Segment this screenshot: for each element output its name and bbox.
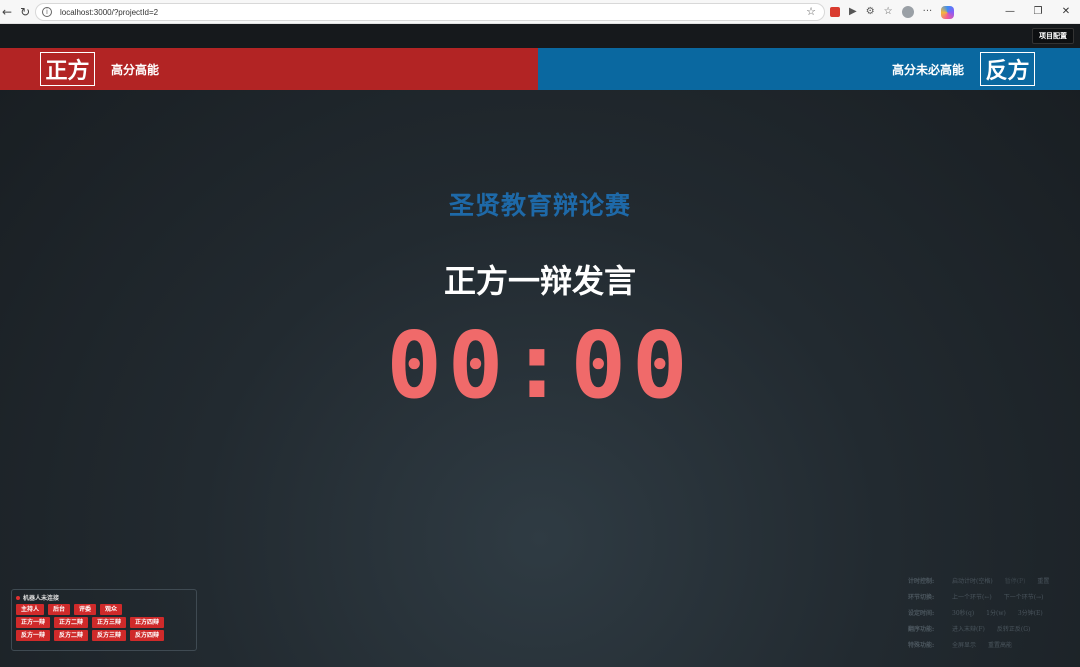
reset-button[interactable]: 重置 — [1037, 576, 1049, 585]
set-1min-button[interactable]: 1分(w) — [986, 608, 1006, 617]
pro-topic: 高分高能 — [111, 62, 160, 77]
play-icon[interactable]: ▶ — [849, 4, 857, 20]
robot-panel: 机器人未连接 主持人 后台 评委 观众 正方一辩 正方二辩 正方三辩 正方四辩 … — [11, 589, 197, 651]
more-menu-icon[interactable]: ··· — [923, 4, 933, 20]
fullscreen-button[interactable]: 全屏显示 — [952, 640, 976, 649]
pro-side-panel: 正方 高分高能 — [0, 48, 538, 90]
current-stage: 正方一辩发言 — [443, 262, 636, 300]
restore-icon[interactable]: ❐ — [1024, 0, 1052, 24]
con-topic: 高分未必高能 — [891, 62, 964, 77]
robot-button-con-4[interactable]: 反方四辩 — [130, 630, 165, 641]
set-3min-button[interactable]: 3分钟(E) — [1018, 608, 1043, 617]
control-row-stage: 环节切换: 上一个环节(←) 下一个环节(→) — [908, 588, 1078, 604]
robot-status-text: 机器人未连接 — [23, 595, 60, 602]
extension-icon[interactable] — [830, 7, 840, 17]
robot-button-con-2[interactable]: 反方二辩 — [54, 630, 89, 641]
site-info-icon[interactable]: i — [42, 7, 52, 17]
reset-highlight-button[interactable]: 重置高能 — [988, 640, 1012, 649]
top-strip: 项目配置 — [0, 24, 1080, 48]
back-arrow-icon[interactable]: ← — [2, 6, 12, 18]
robot-button-pro-4[interactable]: 正方四辩 — [130, 617, 165, 628]
event-title: 圣贤教育辩论赛 — [448, 191, 631, 220]
start-timer-button[interactable]: 启动计时(空格) — [952, 576, 993, 585]
robot-row-roles: 主持人 后台 评委 观众 — [16, 604, 192, 615]
robot-button-audience[interactable]: 观众 — [100, 604, 123, 615]
control-label: 特殊功能: — [908, 641, 935, 649]
address-text[interactable]: localhost:3000/?projectId=2 — [60, 8, 158, 17]
robot-button-judges[interactable]: 评委 — [74, 604, 97, 615]
swap-sides-button[interactable]: 反转正反(G) — [997, 624, 1030, 633]
control-row-timer: 计时控制: 启动计时(空格) 暂停(P) 重置 — [908, 572, 1078, 588]
robot-button-con-3[interactable]: 反方三辩 — [92, 630, 127, 641]
nav-buttons: ← ↻ — [0, 6, 34, 18]
robot-status: 机器人未连接 — [16, 593, 192, 602]
control-label: 环节切换: — [908, 593, 935, 601]
copilot-icon[interactable] — [941, 5, 955, 19]
team-bar: 正方 高分高能 高分未必高能 反方 — [0, 48, 1080, 90]
robot-button-pro-2[interactable]: 正方二辩 — [54, 617, 89, 628]
favorites-icon[interactable]: ☆ — [884, 4, 893, 20]
con-side-label: 反方 — [980, 52, 1035, 86]
profile-avatar-icon[interactable] — [901, 6, 914, 18]
next-stage-button[interactable]: 下一个环节(→) — [1004, 592, 1044, 601]
control-row-order: 翻序功能: 进入末辩(F) 反转正反(G) — [908, 620, 1078, 636]
final-debate-button[interactable]: 进入末辩(F) — [952, 624, 985, 633]
control-panel: 计时控制: 启动计时(空格) 暂停(P) 重置 环节切换: 上一个环节(←) 下… — [908, 572, 1078, 652]
control-label: 计时控制: — [908, 577, 935, 585]
robot-button-host[interactable]: 主持人 — [16, 604, 45, 615]
control-row-special: 特殊功能: 全屏显示 重置高能 — [908, 636, 1078, 652]
prev-stage-button[interactable]: 上一个环节(←) — [952, 592, 992, 601]
robot-button-pro-3[interactable]: 正方三辩 — [92, 617, 127, 628]
window-controls: — ❐ ✕ — [996, 0, 1080, 24]
minimize-icon[interactable]: — — [996, 0, 1024, 24]
robot-row-con: 反方一辩 反方二辩 反方三辩 反方四辩 — [16, 630, 192, 641]
bookmark-star-icon[interactable]: ☆ — [806, 5, 816, 18]
address-bar[interactable]: i localhost:3000/?projectId=2 ☆ — [35, 3, 825, 21]
extensions-puzzle-icon[interactable]: ⚙ — [866, 4, 875, 20]
robot-button-backstage[interactable]: 后台 — [48, 604, 71, 615]
control-row-set-time: 设定时间: 30秒(q) 1分(w) 3分钟(E) — [908, 604, 1078, 620]
browser-toolbar: ← ↻ i localhost:3000/?projectId=2 ☆ ▶ ⚙ … — [0, 0, 1080, 24]
robot-button-con-1[interactable]: 反方一辩 — [16, 630, 51, 641]
close-icon[interactable]: ✕ — [1052, 0, 1080, 24]
con-side-panel: 高分未必高能 反方 — [538, 48, 1080, 90]
robot-row-pro: 正方一辩 正方二辩 正方三辩 正方四辩 — [16, 617, 192, 628]
project-config-button[interactable]: 项目配置 — [1032, 28, 1074, 44]
status-dot-icon — [16, 595, 20, 600]
debate-app: 项目配置 正方 高分高能 高分未必高能 反方 圣贤教育辩论赛 正方一辩发言 00… — [0, 24, 1080, 667]
pro-side-label: 正方 — [40, 52, 95, 86]
control-label: 设定时间: — [908, 609, 935, 617]
reload-icon[interactable]: ↻ — [20, 6, 30, 18]
pause-button[interactable]: 暂停(P) — [1005, 576, 1026, 585]
countdown-timer: 00:00 — [386, 312, 694, 419]
browser-tools: ▶ ⚙ ☆ ··· — [830, 4, 955, 20]
control-label: 翻序功能: — [908, 625, 935, 633]
robot-button-pro-1[interactable]: 正方一辩 — [16, 617, 51, 628]
set-30s-button[interactable]: 30秒(q) — [952, 608, 974, 617]
